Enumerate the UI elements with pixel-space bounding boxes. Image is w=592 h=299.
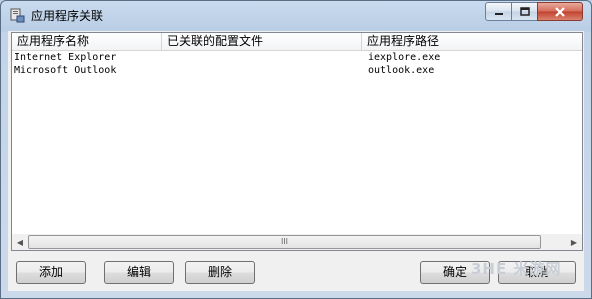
chevron-right-icon: ▶	[570, 237, 578, 247]
cell-program-name: Microsoft Outlook	[14, 65, 117, 76]
minimize-icon	[494, 12, 503, 15]
scroll-grip: III	[280, 237, 289, 246]
scroll-left-button[interactable]: ◀	[12, 234, 28, 250]
program-list[interactable]: 应用程序名称 已关联的配置文件 应用程序路径 Internet Explorer…	[11, 32, 583, 251]
column-header-path[interactable]: 应用程序路径	[362, 33, 582, 50]
window-title: 应用程序关联	[31, 9, 104, 23]
chevron-left-icon: ◀	[16, 237, 24, 247]
horizontal-scrollbar[interactable]: ◀ III ▶	[12, 234, 582, 250]
edit-button[interactable]: 编辑	[104, 261, 174, 284]
close-button[interactable]	[537, 2, 583, 21]
maximize-button[interactable]	[511, 2, 538, 21]
close-icon	[555, 6, 565, 17]
dialog-window: 应用程序关联 应用程序名称 已关联的配置文件 应用程序路径 Internet E…	[0, 0, 592, 299]
scroll-right-button[interactable]: ▶	[566, 234, 582, 250]
watermark-logo: 3HE 米游网	[471, 260, 562, 278]
table-row[interactable]: Microsoft Outlook outlook.exe	[12, 64, 582, 77]
program-association-icon	[10, 8, 25, 23]
column-header-program-name[interactable]: 应用程序名称	[12, 33, 162, 50]
minimize-button[interactable]	[485, 2, 512, 21]
dialog-client-area: 应用程序名称 已关联的配置文件 应用程序路径 Internet Explorer…	[8, 31, 584, 291]
maximize-icon	[519, 7, 530, 16]
scroll-thumb[interactable]: III	[28, 235, 541, 249]
table-row[interactable]: Internet Explorer iexplore.exe	[12, 51, 582, 64]
cell-program-name: Internet Explorer	[14, 52, 117, 63]
column-header-profile[interactable]: 已关联的配置文件	[162, 33, 362, 50]
add-button[interactable]: 添加	[16, 261, 86, 284]
cell-path: iexplore.exe	[368, 52, 441, 63]
title-bar[interactable]: 应用程序关联	[1, 1, 591, 31]
list-header: 应用程序名称 已关联的配置文件 应用程序路径	[12, 33, 582, 51]
cell-path: outlook.exe	[368, 65, 435, 76]
delete-button[interactable]: 删除	[185, 261, 255, 284]
